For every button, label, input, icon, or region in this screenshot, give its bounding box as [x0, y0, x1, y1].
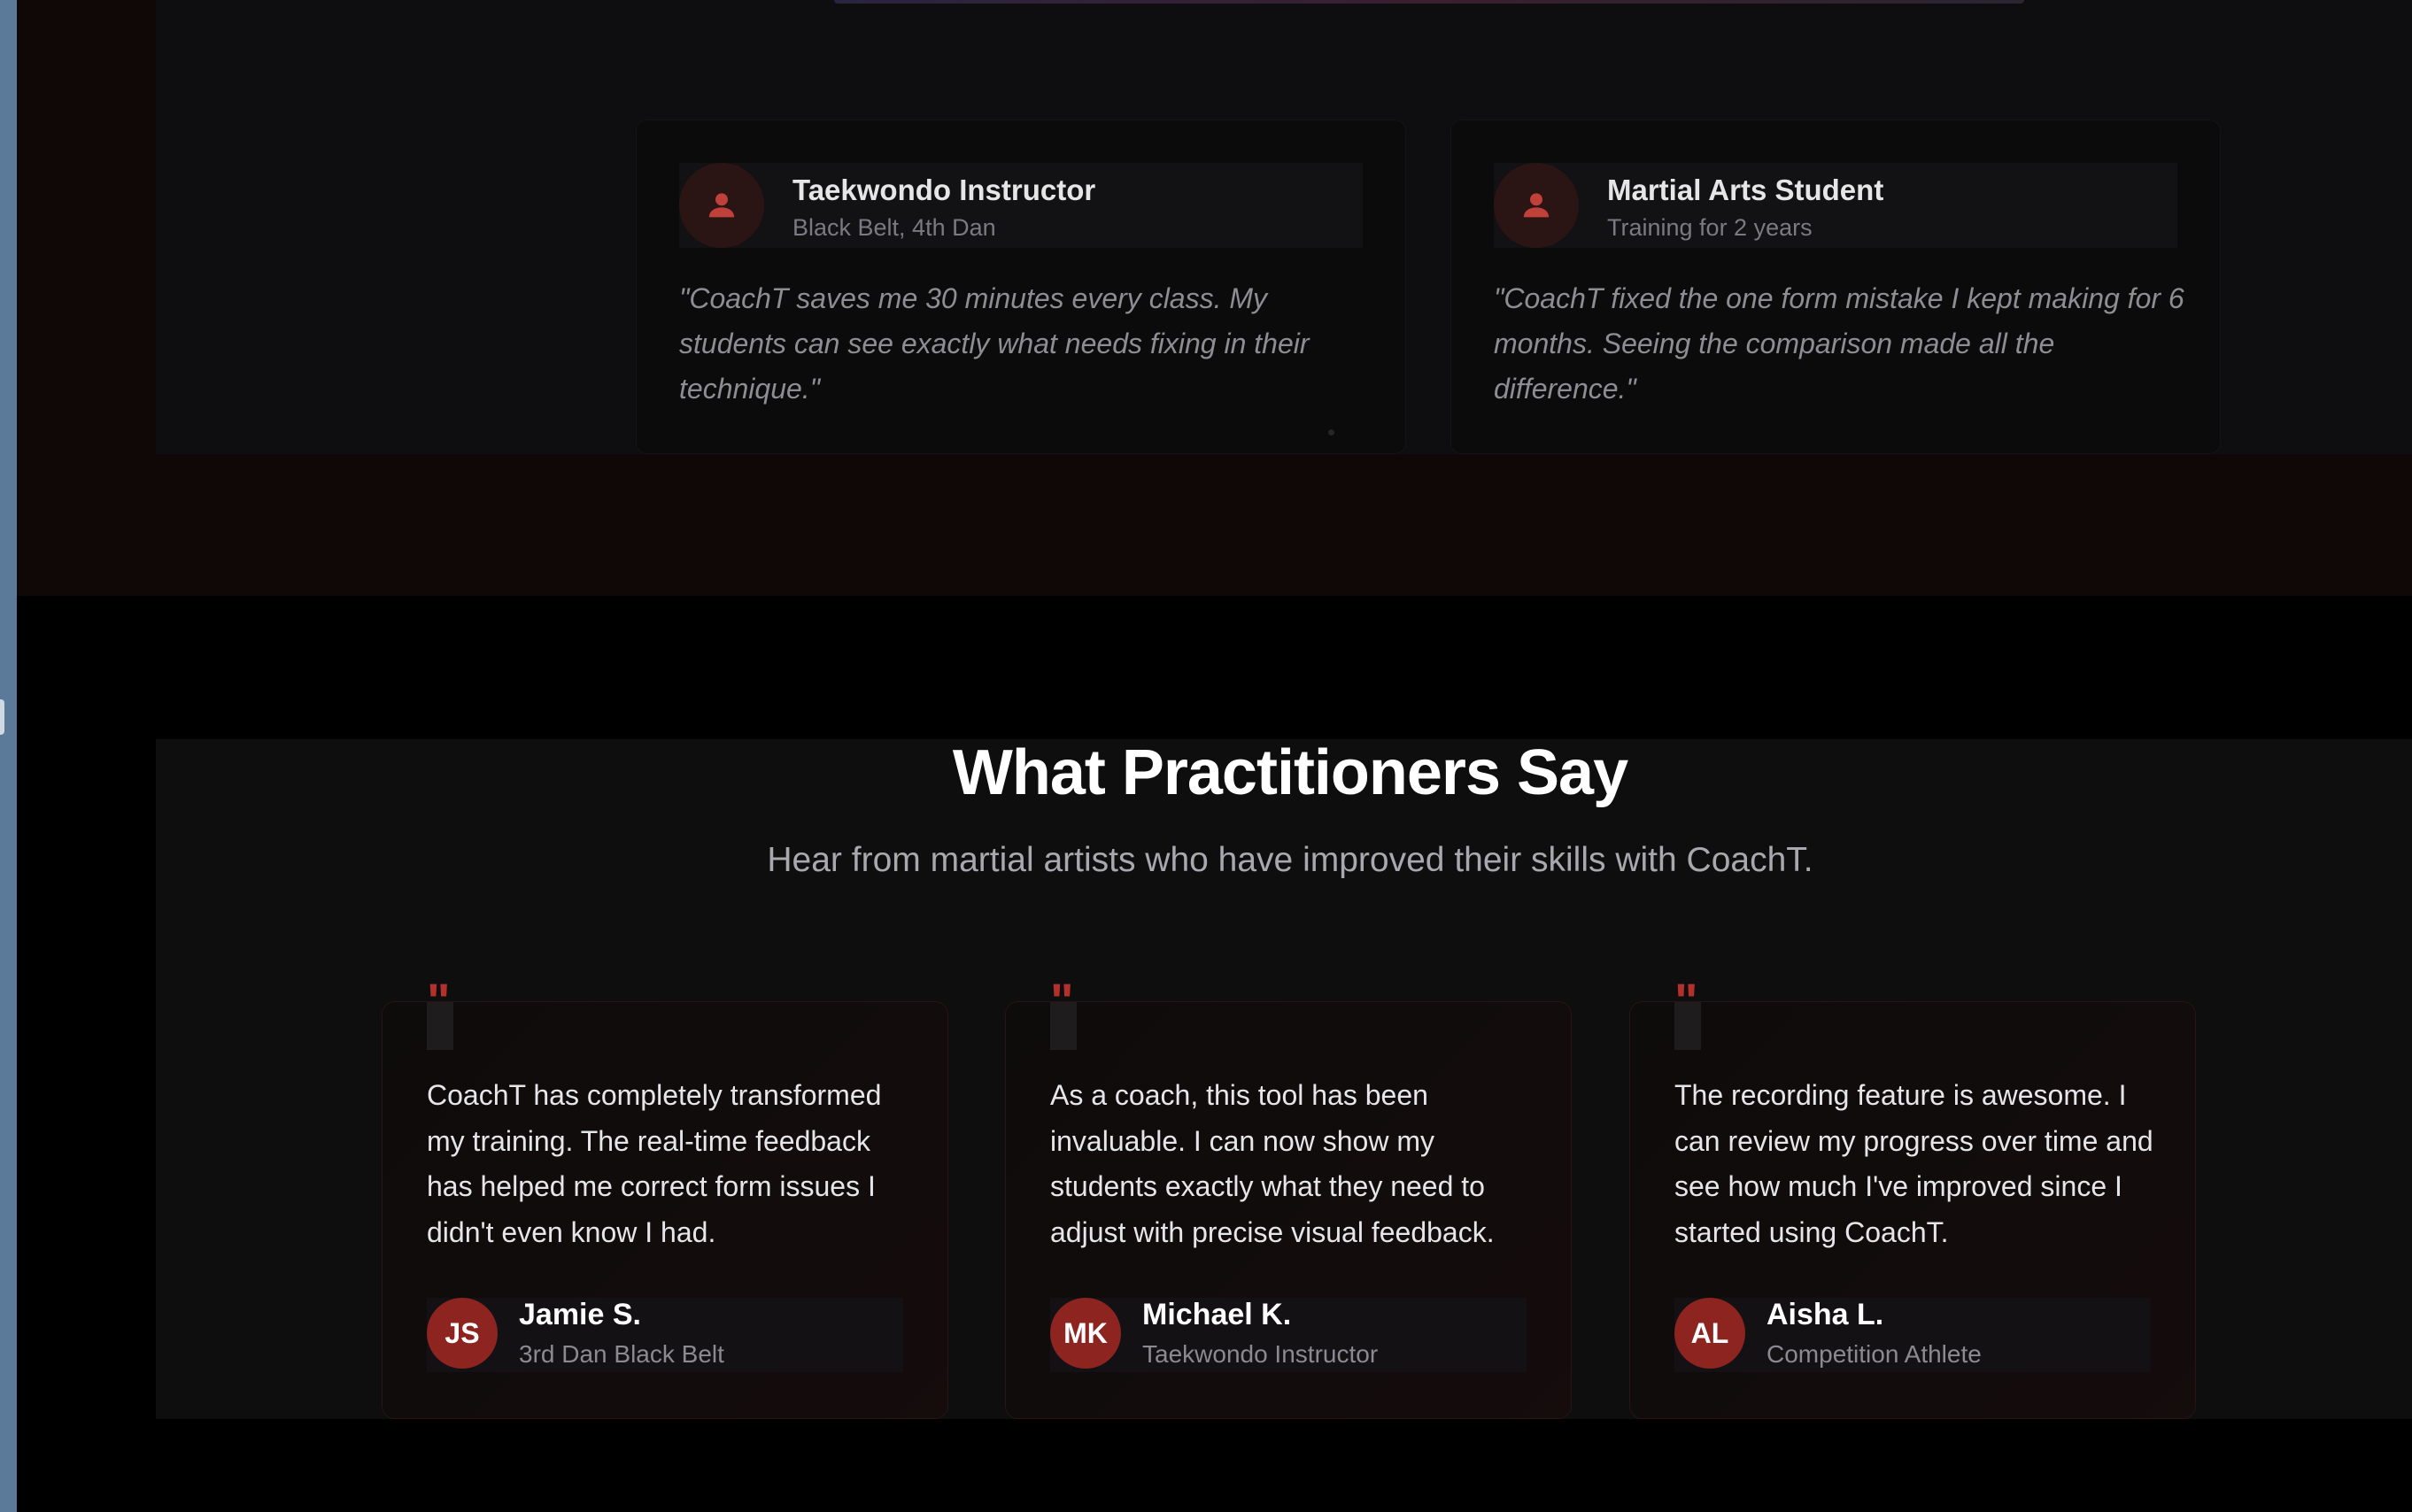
card-subtitle: Black Belt, 4th Dan	[792, 214, 996, 241]
card-header: Taekwondo Instructor Black Belt, 4th Dan	[679, 163, 1363, 248]
quote-mark-icon: "	[1050, 973, 1074, 1029]
author-name: Michael K.	[1142, 1298, 1292, 1331]
side-panel-handle[interactable]	[0, 699, 4, 735]
quote-mark-icon: "	[1674, 973, 1698, 1029]
testimonial-card: " CoachT has completely transformed my t…	[383, 973, 947, 1418]
testimonial-author: JS Jamie S. 3rd Dan Black Belt	[427, 1298, 903, 1372]
avatar: AL	[1674, 1298, 1745, 1369]
author-title: Taekwondo Instructor	[1142, 1340, 1379, 1368]
decorative-dot	[1328, 429, 1334, 436]
section-title: What Practitioners Say	[952, 737, 1628, 808]
card-header: Martial Arts Student Training for 2 year…	[1494, 163, 2177, 248]
author-title: Competition Athlete	[1766, 1340, 1982, 1368]
testimonial-card: " The recording feature is awesome. I ca…	[1630, 973, 2195, 1418]
testimonial-text: CoachT has completely transformed my tra…	[427, 1079, 882, 1248]
testimonial-text: The recording feature is awesome. I can …	[1674, 1079, 2153, 1248]
card-quote: "CoachT fixed the one form mistake I kep…	[1494, 282, 2184, 405]
upper-panel: Taekwondo Instructor Black Belt, 4th Dan…	[156, 0, 2412, 454]
testimonial-card: " As a coach, this tool has been invalua…	[1006, 973, 1571, 1418]
upper-section: Taekwondo Instructor Black Belt, 4th Dan…	[17, 0, 2412, 596]
card-role: Taekwondo Instructor	[792, 174, 1096, 206]
top-decorative-bar	[834, 0, 2024, 4]
avatar: JS	[427, 1298, 498, 1369]
card-quote: "CoachT saves me 30 minutes every class.…	[679, 282, 1310, 405]
testimonial-text: As a coach, this tool has been invaluabl…	[1050, 1079, 1495, 1248]
testimonial-author: MK Michael K. Taekwondo Instructor	[1050, 1298, 1527, 1372]
user-icon	[1494, 163, 1579, 248]
card-role: Martial Arts Student	[1607, 174, 1884, 206]
author-name: Jamie S.	[519, 1298, 641, 1331]
quote-mark-icon: "	[427, 973, 451, 1029]
author-name: Aisha L.	[1766, 1298, 1884, 1331]
card-subtitle: Training for 2 years	[1607, 214, 1813, 241]
testimonial-author: AL Aisha L. Competition Athlete	[1674, 1298, 2151, 1372]
avatar: MK	[1050, 1298, 1121, 1369]
author-title: 3rd Dan Black Belt	[519, 1340, 724, 1368]
upper-testimonial-card: Martial Arts Student Training for 2 year…	[1451, 120, 2220, 453]
section-subtitle: Hear from martial artists who have impro…	[767, 841, 1813, 879]
user-icon	[679, 163, 764, 248]
upper-testimonial-card: Taekwondo Instructor Black Belt, 4th Dan…	[637, 120, 1405, 453]
